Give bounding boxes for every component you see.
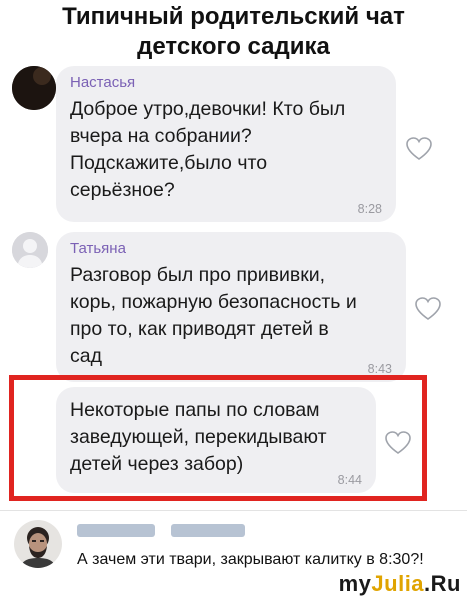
title-line-1: Типичный родительский чат xyxy=(62,3,405,30)
watermark-part: .Ru xyxy=(424,571,461,596)
blurred-username xyxy=(77,524,245,537)
message-line: серьёзное? xyxy=(70,179,175,201)
sender-avatar-nastasya[interactable] xyxy=(12,66,56,110)
message-text: Разговор был про прививки, корь, пожарну… xyxy=(70,262,396,370)
heart-icon[interactable] xyxy=(414,296,442,322)
message-line: вчера на собрании? xyxy=(70,125,252,147)
message-line: Подскажите,было что xyxy=(70,152,268,174)
message-bubble[interactable]: Татьяна Разговор был про прививки, корь,… xyxy=(56,232,406,382)
commenter-avatar[interactable] xyxy=(14,520,62,568)
sender-avatar-tatyana[interactable] xyxy=(12,232,48,268)
message-line: сад xyxy=(70,345,102,367)
divider xyxy=(0,510,467,511)
message-text: Доброе утро,девочки! Кто был вчера на со… xyxy=(70,96,386,204)
message-time: 8:43 xyxy=(367,362,392,376)
message-line: про то, как приводят детей в xyxy=(70,318,329,340)
dark-avatar-icon xyxy=(12,66,56,110)
sender-name[interactable]: Настасья xyxy=(70,74,135,91)
message-time: 8:28 xyxy=(357,202,382,216)
site-watermark: myJulia.Ru xyxy=(339,571,461,597)
message-line: корь, пожарную безопасность и xyxy=(70,291,357,313)
default-user-avatar-icon xyxy=(12,232,48,268)
watermark-part: Julia xyxy=(371,571,425,596)
sender-name[interactable]: Татьяна xyxy=(70,240,126,257)
heart-icon[interactable] xyxy=(405,136,433,162)
comment-text: А зачем эти твари, закрывают калитку в 8… xyxy=(77,551,424,568)
highlight-frame xyxy=(9,375,427,501)
meme-title: Типичный родительский чат детского садик… xyxy=(0,2,467,62)
man-photo-avatar-icon xyxy=(14,520,62,568)
message-bubble[interactable]: Настасья Доброе утро,девочки! Кто был вч… xyxy=(56,66,396,222)
message-line: Разговор был про прививки, xyxy=(70,264,326,286)
message-line: Доброе утро,девочки! Кто был xyxy=(70,98,346,120)
watermark-part: my xyxy=(338,571,372,596)
title-line-2: детского садика xyxy=(137,33,330,60)
